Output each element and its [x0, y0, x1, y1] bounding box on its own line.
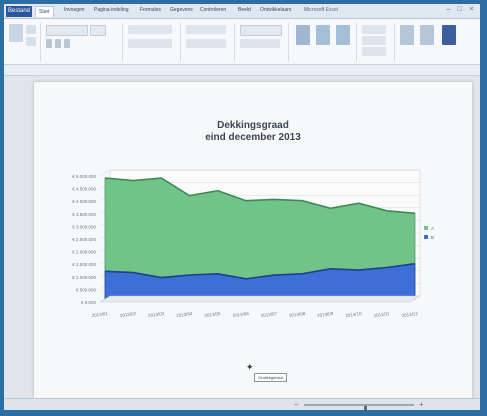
y-tick-label: € 500.000	[76, 287, 97, 292]
cut-icon[interactable]	[26, 25, 36, 34]
insert-cells-button[interactable]	[362, 25, 386, 34]
find-select-icon[interactable]	[442, 25, 456, 45]
mouse-cursor-icon: ✦	[246, 362, 254, 372]
bold-icon[interactable]	[46, 39, 52, 48]
legend-label: B	[431, 235, 434, 240]
legend-label: A	[431, 226, 434, 231]
x-tick-label: 2013/04	[176, 311, 193, 318]
tab-gegevens[interactable]: Gegevens	[170, 7, 193, 13]
italic-icon[interactable]	[55, 39, 61, 48]
ribbon	[4, 19, 480, 65]
legend-swatch	[424, 235, 428, 239]
zoom-out-icon[interactable]: −	[294, 400, 299, 409]
ribbon-separator	[234, 23, 235, 61]
y-tick-label: € 3.500.000	[72, 212, 96, 217]
ribbon-separator	[394, 23, 395, 61]
tab-controleren[interactable]: Controleren	[200, 7, 226, 13]
zoom-in-icon[interactable]: +	[419, 400, 424, 409]
chart-page[interactable]: Dekkingsgraad eind december 2013 € 0,000…	[34, 82, 472, 398]
zoom-slider-thumb[interactable]	[364, 406, 367, 410]
paste-icon[interactable]	[9, 24, 23, 42]
y-tick-label: € 0,000	[81, 300, 97, 305]
ribbon-separator	[180, 23, 181, 61]
tab-pagina-indeling[interactable]: Pagina-indeling	[94, 7, 128, 13]
y-tick-label: € 1.000.000	[72, 275, 96, 280]
ribbon-separator	[356, 23, 357, 61]
x-tick-label: 2013/02	[120, 311, 137, 318]
merge-center-button[interactable]	[186, 39, 226, 48]
y-tick-label: € 4.500.000	[72, 187, 96, 192]
sheet-area: Dekkingsgraad eind december 2013 € 0,000…	[4, 76, 480, 398]
number-format-icons[interactable]	[240, 39, 280, 48]
x-tick-label: 2013/12	[401, 311, 418, 318]
minimize-icon[interactable]: –	[444, 6, 453, 14]
tab-ontwikkelaars[interactable]: Ontwikkelaars	[260, 7, 291, 13]
x-tick-label: 2013/01	[91, 311, 108, 318]
y-tick-label: € 3.000.000	[72, 224, 96, 229]
y-tick-label: € 4.000.000	[72, 199, 96, 204]
gridline-side	[99, 169, 111, 177]
excel-window: Bestand Start Invoegen Pagina-indeling F…	[4, 4, 480, 410]
formula-bar[interactable]	[4, 65, 480, 76]
status-bar: − +	[4, 398, 480, 410]
file-tab[interactable]: Bestand	[6, 6, 32, 17]
y-tick-label: € 2.000.000	[72, 250, 96, 255]
x-tick-label: 2013/09	[317, 311, 334, 318]
format-cells-button[interactable]	[362, 47, 386, 56]
x-tick-label: 2013/11	[373, 311, 390, 318]
tab-invoegen[interactable]: Invoegen	[64, 7, 85, 13]
autosum-icon[interactable]	[400, 25, 414, 45]
tab-beeld[interactable]: Beeld	[238, 7, 251, 13]
wrap-text-button[interactable]	[186, 25, 226, 34]
legend-swatch	[424, 226, 428, 230]
x-tick-label: 2013/03	[148, 311, 165, 318]
ribbon-separator	[122, 23, 123, 61]
chart-floor	[99, 295, 421, 303]
conditional-format-icon[interactable]	[296, 25, 310, 45]
zoom-slider[interactable]	[304, 404, 414, 410]
window-title: Microsoft Excel	[304, 7, 338, 13]
tab-start[interactable]: Start	[35, 6, 54, 17]
format-as-table-icon[interactable]	[316, 25, 330, 45]
title-bar: Bestand Start Invoegen Pagina-indeling F…	[4, 4, 480, 19]
font-name-box[interactable]	[46, 25, 88, 36]
monitor-bezel: Bestand Start Invoegen Pagina-indeling F…	[0, 0, 487, 416]
area-chart[interactable]: € 0,000 € 500.000 € 1.000.000 € 1.500.000 € …	[34, 82, 472, 398]
ribbon-separator	[40, 23, 41, 61]
y-tick-label: € 1.500.000	[72, 262, 96, 267]
x-tick-label: 2013/06	[232, 311, 249, 318]
x-tick-label: 2013/07	[260, 311, 277, 318]
number-format-box[interactable]	[240, 25, 282, 36]
cell-styles-icon[interactable]	[336, 25, 350, 45]
x-tick-label: 2013/05	[204, 311, 221, 318]
ribbon-separator	[288, 23, 289, 61]
alignment-group-icons[interactable]	[128, 25, 172, 34]
copy-icon[interactable]	[26, 37, 36, 46]
close-icon[interactable]: ×	[467, 6, 476, 14]
indent-group-icons[interactable]	[128, 39, 172, 48]
x-tick-label: 2013/10	[345, 311, 362, 318]
y-tick-label: € 2.500.000	[72, 237, 96, 242]
tab-formules[interactable]: Formules	[140, 7, 161, 13]
underline-icon[interactable]	[64, 39, 70, 48]
sort-filter-icon[interactable]	[420, 25, 434, 45]
delete-cells-button[interactable]	[362, 36, 386, 45]
y-tick-label: € 5.000.000	[72, 174, 96, 179]
x-tick-label: 2013/08	[289, 311, 306, 318]
chart-area-tooltip: Grafiekgebied	[254, 373, 287, 382]
maximize-icon[interactable]: □	[455, 6, 464, 14]
font-size-box[interactable]	[90, 25, 106, 36]
